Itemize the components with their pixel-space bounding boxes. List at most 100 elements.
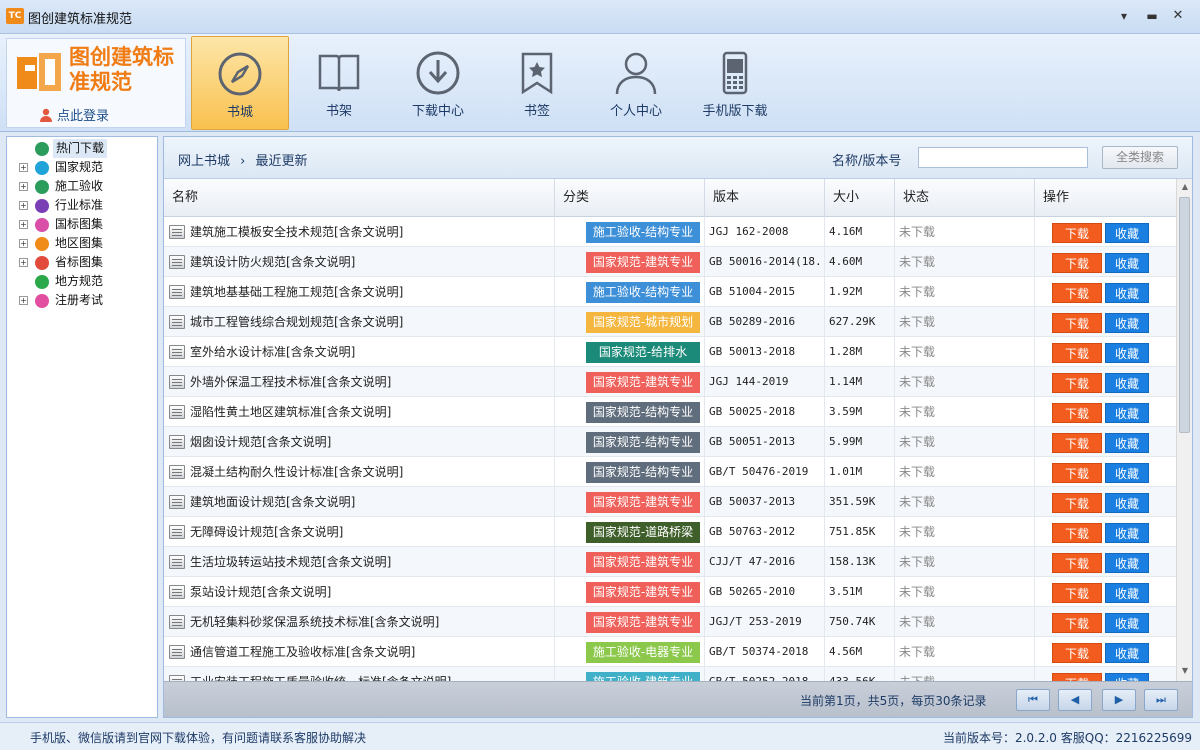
table-row[interactable]: 城市工程管线综合规划规范[含条文说明] 国家规范-城市规划 GB 50289-201…	[164, 307, 1176, 337]
favorite-button[interactable]: 收藏	[1105, 492, 1149, 513]
tree-item[interactable]: + 地区图集	[7, 234, 157, 253]
table-row[interactable]: 外墙外保温工程技术标准[含条文说明] 国家规范-建筑专业 JGJ 144-2019 1…	[164, 367, 1176, 397]
expand-icon[interactable]: +	[19, 239, 28, 248]
favorite-button[interactable]: 收藏	[1105, 612, 1149, 633]
tab-label: 下载中心	[411, 104, 464, 119]
column-header-status[interactable]: 状态	[895, 179, 1035, 217]
category-tree: 热门下载 + 国家规范 + 施工验收 + 行业标准 + 国标图集 + 地区图集 + 省标图集 地方规范 + 注…	[6, 136, 158, 718]
breadcrumb-root[interactable]: 网上书城	[178, 154, 230, 169]
download-button[interactable]: 下载	[1052, 252, 1102, 273]
tab-label: 个人中心	[609, 104, 662, 119]
favorite-button[interactable]: 收藏	[1105, 432, 1149, 453]
tab-bookshelf[interactable]: 书架	[290, 36, 388, 130]
expand-icon[interactable]: +	[19, 220, 28, 229]
scroll-up-icon[interactable]: ▲	[1180, 182, 1190, 194]
download-button[interactable]: 下载	[1052, 612, 1102, 633]
favorite-button[interactable]: 收藏	[1105, 552, 1149, 573]
tree-item[interactable]: + 注册考试	[7, 291, 157, 310]
expand-icon[interactable]: +	[19, 201, 28, 210]
scrollbar-thumb[interactable]	[1179, 197, 1190, 433]
favorite-button[interactable]: 收藏	[1105, 342, 1149, 363]
first-page-button[interactable]: ⏮	[1016, 689, 1050, 711]
download-button[interactable]: 下载	[1052, 222, 1102, 243]
favorite-button[interactable]: 收藏	[1105, 252, 1149, 273]
favorite-button[interactable]: 收藏	[1105, 402, 1149, 423]
tree-item-label: 施工验收	[55, 179, 104, 193]
expand-icon[interactable]: +	[19, 182, 28, 191]
table-row[interactable]: 无障碍设计规范[含条文说明] 国家规范-道路桥梁 GB 50763-2012 751.…	[164, 517, 1176, 547]
prev-page-button[interactable]: ◀	[1058, 689, 1092, 711]
favorite-button[interactable]: 收藏	[1105, 522, 1149, 543]
table-row[interactable]: 建筑施工模板安全技术规范[含条文说明] 施工验收-结构专业 JGJ 162-2008…	[164, 217, 1176, 247]
table-row[interactable]: 混凝土结构耐久性设计标准[含条文说明] 国家规范-结构专业 GB/T 50476-2…	[164, 457, 1176, 487]
tree-item[interactable]: + 国家规范	[7, 158, 157, 177]
last-page-button[interactable]: ⏭	[1144, 689, 1178, 711]
next-page-button[interactable]: ▶	[1102, 689, 1136, 711]
category-badge: 国家规范-给排水	[586, 342, 700, 363]
table-row[interactable]: 建筑设计防火规范[含条文说明] 国家规范-建筑专业 GB 50016-2014(18…	[164, 247, 1176, 277]
table-row[interactable]: 建筑地面设计规范[含条文说明] 国家规范-建筑专业 GB 50037-2013 351…	[164, 487, 1176, 517]
scroll-down-icon[interactable]: ▼	[1180, 666, 1190, 678]
download-button[interactable]: 下载	[1052, 372, 1102, 393]
tree-item[interactable]: + 省标图集	[7, 253, 157, 272]
cell-size: 158.13K	[825, 547, 895, 577]
download-button[interactable]: 下载	[1052, 342, 1102, 363]
download-button[interactable]: 下载	[1052, 642, 1102, 663]
tree-item[interactable]: 地方规范	[7, 272, 157, 291]
tab-download-center[interactable]: 下载中心	[389, 36, 487, 130]
expand-icon[interactable]: +	[19, 258, 28, 267]
download-button[interactable]: 下载	[1052, 582, 1102, 603]
table-row[interactable]: 湿陷性黄土地区建筑标准[含条文说明] 国家规范-结构专业 GB 50025-2018…	[164, 397, 1176, 427]
column-header-name[interactable]: 名称	[164, 179, 555, 217]
menu-dropdown-icon[interactable]: ▾	[1112, 6, 1136, 26]
favorite-button[interactable]: 收藏	[1105, 582, 1149, 603]
download-button[interactable]: 下载	[1052, 282, 1102, 303]
tab-bookmarks[interactable]: 书签	[488, 36, 586, 130]
tree-item[interactable]: + 行业标准	[7, 196, 157, 215]
download-button[interactable]: 下载	[1052, 402, 1102, 423]
download-button[interactable]: 下载	[1052, 552, 1102, 573]
expand-icon[interactable]: +	[19, 163, 28, 172]
tab-personal-center[interactable]: 个人中心	[587, 36, 685, 130]
column-header-version[interactable]: 版本	[705, 179, 825, 217]
table-row[interactable]: 生活垃圾转运站技术规范[含条文说明] 国家规范-建筑专业 CJJ/T 47-2016…	[164, 547, 1176, 577]
minimize-button[interactable]: ▬	[1140, 6, 1164, 26]
tree-item[interactable]: 热门下载	[7, 139, 157, 158]
download-button[interactable]: 下载	[1052, 312, 1102, 333]
favorite-button[interactable]: 收藏	[1105, 372, 1149, 393]
table-row[interactable]: 通信管道工程施工及验收标准[含条文说明] 施工验收-电器专业 GB/T 50374-…	[164, 637, 1176, 667]
column-header-size[interactable]: 大小	[825, 179, 895, 217]
vertical-scrollbar[interactable]: ▲ ▼	[1176, 179, 1192, 681]
favorite-button[interactable]: 收藏	[1105, 222, 1149, 243]
favorite-button[interactable]: 收藏	[1105, 642, 1149, 663]
download-button[interactable]: 下载	[1052, 492, 1102, 513]
download-button[interactable]: 下载	[1052, 522, 1102, 543]
table-row[interactable]: 建筑地基基础工程施工规范[含条文说明] 施工验收-结构专业 GB 51004-201…	[164, 277, 1176, 307]
favorite-button[interactable]: 收藏	[1105, 312, 1149, 333]
table-row[interactable]: 工业安装工程施工质量验收统一标准[含条文说明] 施工验收-建筑专业 GB/T 502…	[164, 667, 1176, 681]
search-button[interactable]: 全类搜索	[1102, 146, 1178, 169]
table-row[interactable]: 烟囱设计规范[含条文说明] 国家规范-结构专业 GB 50051-2013 5.99M…	[164, 427, 1176, 457]
search-input[interactable]	[918, 147, 1088, 168]
download-button[interactable]: 下载	[1052, 432, 1102, 453]
table-row[interactable]: 泵站设计规范[含条文说明] 国家规范-建筑专业 GB 50265-2010 3.51M…	[164, 577, 1176, 607]
download-button[interactable]: 下载	[1052, 672, 1102, 681]
logo-text: 图创建筑标准规范	[69, 45, 174, 94]
table-row[interactable]: 室外给水设计标准[含条文说明] 国家规范-给排水 GB 50013-2018 1.28…	[164, 337, 1176, 367]
favorite-button[interactable]: 收藏	[1105, 672, 1149, 681]
download-button[interactable]: 下载	[1052, 462, 1102, 483]
tab-mobile-download[interactable]: 手机版下载	[686, 36, 784, 130]
login-link[interactable]: 点此登录	[39, 105, 109, 124]
close-button[interactable]: ✕	[1166, 6, 1190, 26]
cell-name: 通信管道工程施工及验收标准[含条文说明]	[164, 637, 555, 667]
expand-icon[interactable]: +	[19, 296, 28, 305]
column-header-category[interactable]: 分类	[555, 179, 705, 217]
tree-item[interactable]: + 施工验收	[7, 177, 157, 196]
table-row[interactable]: 无机轻集料砂浆保温系统技术标准[含条文说明] 国家规范-建筑专业 JGJ/T 253…	[164, 607, 1176, 637]
favorite-button[interactable]: 收藏	[1105, 282, 1149, 303]
tab-bookstore[interactable]: 书城	[191, 36, 289, 130]
tree-item-label: 地方规范	[55, 274, 104, 288]
tree-list: 热门下载 + 国家规范 + 施工验收 + 行业标准 + 国标图集 + 地区图集 + 省标图集 地方规范 + 注…	[7, 137, 157, 310]
tree-item[interactable]: + 国标图集	[7, 215, 157, 234]
favorite-button[interactable]: 收藏	[1105, 462, 1149, 483]
